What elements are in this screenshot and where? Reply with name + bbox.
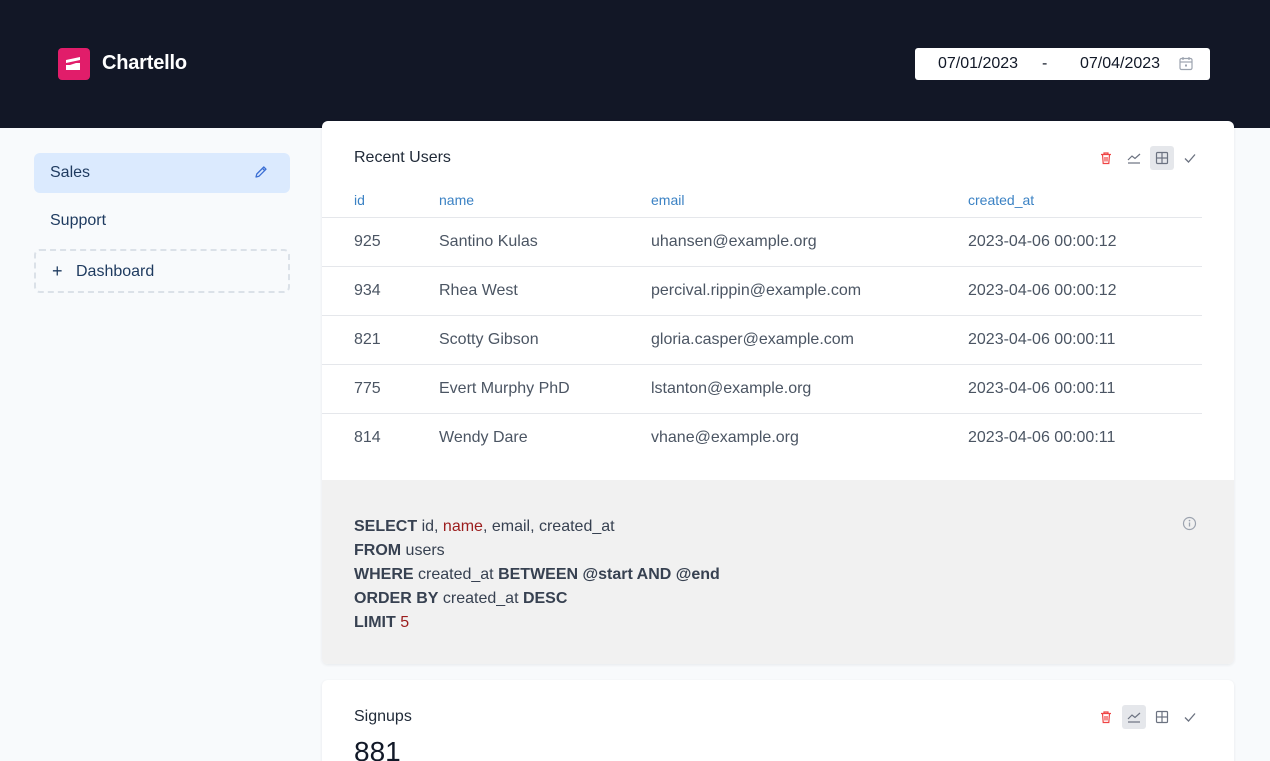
- column-header[interactable]: email: [651, 184, 968, 218]
- sql-keyword: ORDER BY: [354, 590, 439, 607]
- plus-icon: +: [52, 261, 63, 281]
- line-chart-icon: [1127, 153, 1141, 164]
- app-name: Chartello: [102, 52, 187, 74]
- delete-button[interactable]: [1094, 146, 1118, 170]
- cell-id: 814: [354, 428, 381, 446]
- check-icon: [1184, 713, 1196, 722]
- sql-text: id,: [417, 518, 443, 535]
- sql-keyword: WHERE: [354, 566, 414, 583]
- trash-icon: [1101, 711, 1111, 724]
- sql-highlight: 5: [400, 614, 410, 631]
- edit-icon[interactable]: [254, 165, 268, 179]
- sql-text: created_at: [438, 590, 523, 607]
- cell-id: 821: [322, 315, 439, 365]
- chart-view-button[interactable]: [1122, 146, 1146, 170]
- sql-query[interactable]: SELECT id, name, email, created_at FROM …: [354, 515, 720, 635]
- table-row: 821 Scotty Gibson gloria.casper@example.…: [322, 315, 1202, 365]
- logo-icon[interactable]: [58, 48, 90, 80]
- confirm-button[interactable]: [1178, 705, 1202, 729]
- column-header[interactable]: id: [322, 184, 439, 218]
- sql-text: users: [401, 542, 445, 559]
- panel-title: Signups: [354, 708, 412, 725]
- check-icon: [1184, 154, 1196, 163]
- cell-name: Evert Murphy PhD: [439, 364, 651, 414]
- sql-highlight: name: [442, 518, 483, 535]
- date-end[interactable]: 07/04/2023: [1080, 55, 1160, 73]
- cell-created-at: 2023-04-06 00:00:12: [968, 266, 1202, 316]
- column-header[interactable]: name: [439, 184, 651, 218]
- table-icon: [1155, 151, 1169, 165]
- table-row: 925 Santino Kulas uhansen@example.org 20…: [322, 217, 1202, 267]
- sql-keyword: LIMIT: [354, 614, 396, 631]
- panel-recent-users: Recent Users id name email created_at 92…: [322, 121, 1234, 664]
- confirm-button[interactable]: [1178, 146, 1202, 170]
- sql-keyword: BETWEEN @start AND @end: [498, 566, 720, 583]
- column-header[interactable]: created_at: [968, 184, 1202, 218]
- table-row: 814 Wendy Dare vhane@example.org 2023-04…: [322, 413, 1202, 462]
- sql-keyword: FROM: [354, 542, 402, 559]
- signups-value: 881: [354, 736, 401, 761]
- results-table: id name email created_at 925 Santino Kul…: [322, 184, 1202, 462]
- cell-id: 934: [322, 266, 439, 316]
- sql-line: WHERE created_at BETWEEN @start AND @end: [354, 563, 720, 587]
- chart-view-button[interactable]: [1122, 705, 1146, 729]
- sql-text: created_at: [413, 566, 499, 583]
- date-start[interactable]: 07/01/2023: [938, 55, 1018, 73]
- sidebar-item-sales[interactable]: Sales: [34, 153, 290, 193]
- cell-email: gloria.casper@example.com: [651, 315, 968, 365]
- cell-created-at: 2023-04-06 00:00:11: [968, 315, 1202, 365]
- cell-email: percival.rippin@example.com: [651, 266, 968, 316]
- add-dashboard-label: Dashboard: [76, 263, 155, 280]
- sql-line: FROM users: [354, 539, 720, 563]
- cell-email: lstanton@example.org: [651, 364, 968, 414]
- cell-id: 925: [322, 217, 439, 267]
- date-separator: -: [1042, 55, 1048, 72]
- add-dashboard-button[interactable]: + Dashboard: [34, 249, 290, 293]
- table-row: 934 Rhea West percival.rippin@example.co…: [322, 266, 1202, 316]
- cell-created-at: 2023-04-06 00:00:11: [968, 428, 1116, 446]
- table-view-button[interactable]: [1150, 705, 1174, 729]
- panel-signups: Signups 881: [322, 680, 1234, 761]
- cell-email: uhansen@example.org: [651, 217, 968, 267]
- sql-keyword: DESC: [522, 590, 568, 607]
- sidebar-item-label: Support: [50, 212, 107, 229]
- panel-title: Recent Users: [354, 149, 451, 166]
- table-icon: [1155, 710, 1169, 724]
- sql-keyword: SELECT: [354, 518, 418, 535]
- cell-id: 775: [322, 364, 439, 414]
- header: Chartello 07/01/2023 - 07/04/2023: [0, 0, 1270, 128]
- cell-name: Santino Kulas: [439, 217, 651, 267]
- cell-created-at: 2023-04-06 00:00:12: [968, 217, 1202, 267]
- calendar-icon[interactable]: [1179, 56, 1193, 71]
- info-icon[interactable]: [1182, 516, 1197, 531]
- cell-email: vhane@example.org: [651, 428, 799, 446]
- sidebar-item-support[interactable]: Support: [34, 201, 290, 241]
- line-chart-icon: [1127, 712, 1141, 723]
- date-range-picker[interactable]: 07/01/2023 - 07/04/2023: [915, 48, 1210, 80]
- sql-line: LIMIT 5: [354, 611, 720, 635]
- trash-icon: [1101, 152, 1111, 165]
- sql-text: , email, created_at: [482, 518, 615, 535]
- sql-line: ORDER BY created_at DESC: [354, 587, 720, 611]
- cell-name: Rhea West: [439, 266, 651, 316]
- sql-line: SELECT id, name, email, created_at: [354, 515, 720, 539]
- sql-editor[interactable]: SELECT id, name, email, created_at FROM …: [322, 480, 1234, 664]
- cell-name: Wendy Dare: [439, 428, 528, 446]
- table-view-button[interactable]: [1150, 146, 1174, 170]
- table-header-row: id name email created_at: [322, 184, 1202, 218]
- cell-created-at: 2023-04-06 00:00:11: [968, 364, 1202, 414]
- sidebar-item-label: Sales: [50, 164, 91, 181]
- delete-button[interactable]: [1094, 705, 1118, 729]
- table-row: 775 Evert Murphy PhD lstanton@example.or…: [322, 364, 1202, 414]
- cell-name: Scotty Gibson: [439, 315, 651, 365]
